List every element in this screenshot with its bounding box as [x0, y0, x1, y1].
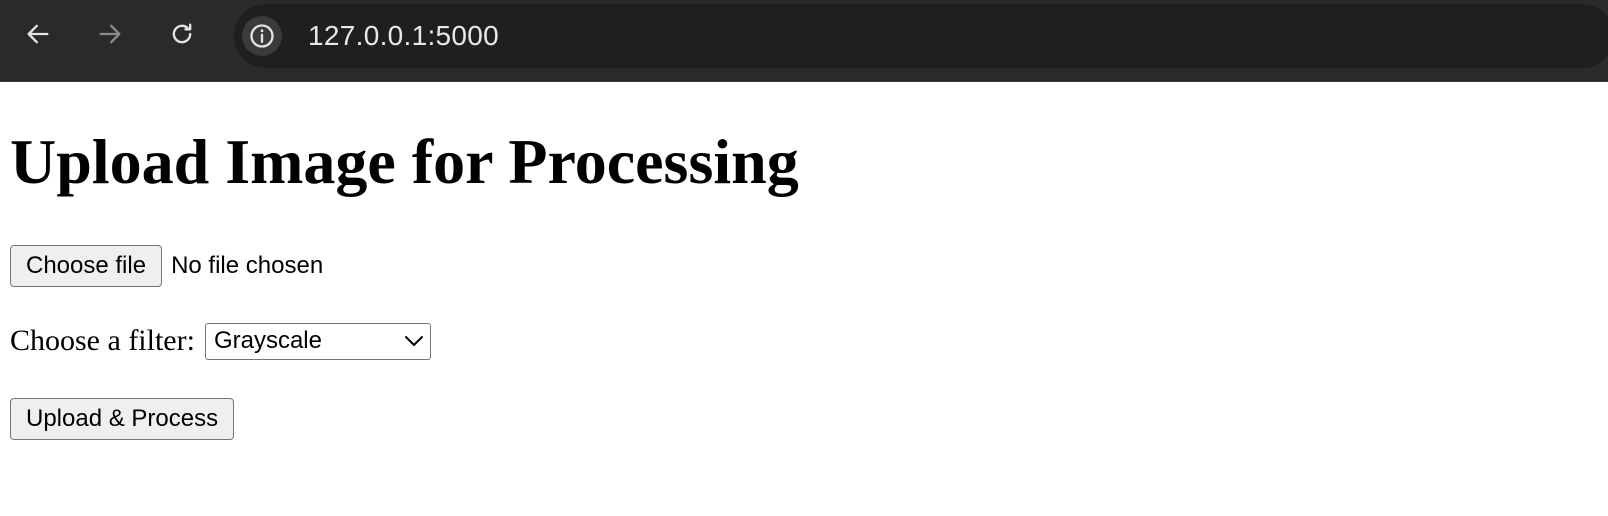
address-bar[interactable]: 127.0.0.1:5000 [234, 4, 1608, 68]
reload-icon [172, 23, 192, 44]
browser-toolbar: 127.0.0.1:5000 [0, 0, 1608, 82]
arrow-right-icon [99, 24, 121, 44]
filter-row: Choose a filter: Grayscale [10, 322, 1608, 360]
chevron-down-icon [404, 335, 423, 346]
site-info-button[interactable] [242, 16, 282, 56]
filter-selected-value: Grayscale [213, 327, 322, 354]
file-input: Choose file No file chosen [10, 244, 1608, 288]
page-content: Upload Image for Processing Choose file … [0, 82, 1608, 440]
arrow-left-icon [27, 24, 49, 44]
reload-button[interactable] [162, 14, 202, 54]
filter-label: Choose a filter: [10, 324, 195, 357]
forward-button[interactable] [90, 14, 130, 54]
page-title: Upload Image for Processing [10, 126, 799, 197]
upload-process-button[interactable]: Upload & Process [10, 398, 235, 440]
info-icon [250, 24, 274, 48]
back-button[interactable] [18, 14, 58, 54]
url-text[interactable]: 127.0.0.1:5000 [308, 20, 499, 52]
choose-file-button[interactable]: Choose file [10, 245, 163, 287]
filter-select[interactable]: Grayscale [204, 322, 431, 360]
file-status-text: No file chosen [171, 252, 324, 279]
